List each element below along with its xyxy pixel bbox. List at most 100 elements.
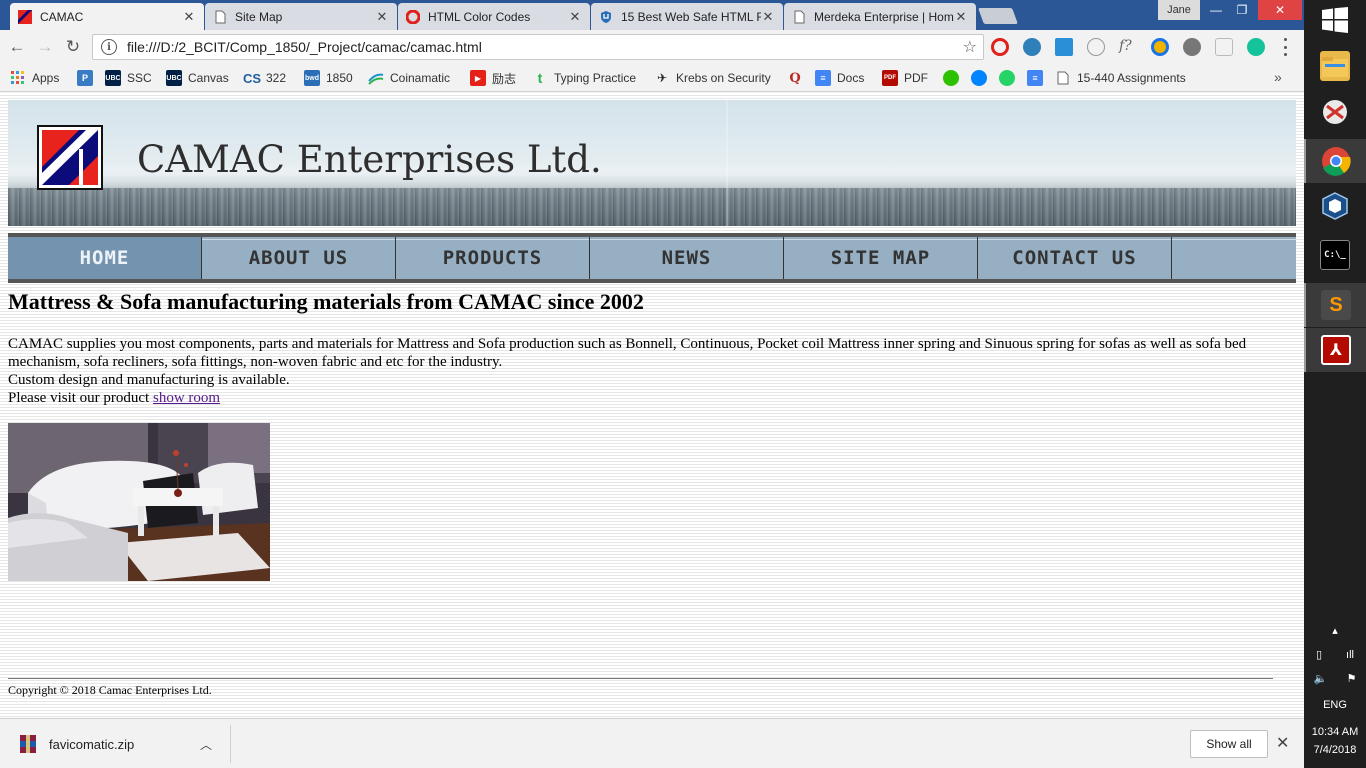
bookmark-wechat[interactable] [943, 70, 965, 86]
sublime-text-icon[interactable]: S [1304, 283, 1366, 327]
virtualbox-icon[interactable] [1304, 184, 1366, 228]
nav-home[interactable]: HOME [8, 237, 202, 279]
banner-seam [726, 100, 728, 226]
font-extension-icon[interactable]: f? [1119, 38, 1137, 56]
custom-design-line: Custom design and manufacturing is avail… [8, 372, 290, 388]
tray-volume-icons[interactable]: 🔈 ⚑ [1304, 672, 1366, 685]
close-tab-icon[interactable]: ✕ [375, 9, 389, 25]
bookmark-1850[interactable]: bwd 1850 [304, 70, 353, 86]
tab-camac[interactable]: CAMAC ✕ [10, 3, 204, 30]
new-tab-button[interactable] [978, 8, 1018, 24]
settings-extension-icon[interactable] [1183, 38, 1201, 56]
address-bar[interactable]: i file:///D:/2_BCIT/Comp_1850/_Project/c… [92, 34, 984, 60]
command-prompt-icon[interactable]: C:\_ [1304, 233, 1366, 277]
nav-products[interactable]: PRODUCTS [396, 237, 590, 279]
dots-extension-icon[interactable] [1087, 38, 1105, 56]
camac-logo[interactable] [37, 125, 103, 190]
bookmark-label: Docs [837, 71, 865, 85]
clock-time[interactable]: 10:34 AM [1304, 726, 1366, 738]
bookmark-typing-practice[interactable]: t Typing Practice [532, 70, 636, 86]
bookmark-docs-2[interactable]: ≡ [1027, 70, 1049, 86]
grammarly-icon[interactable] [1247, 38, 1265, 56]
forward-icon[interactable]: → [34, 36, 56, 58]
opera-extension-icon[interactable] [991, 38, 1009, 56]
close-tab-icon[interactable]: ✕ [954, 9, 968, 25]
bookmark-15-440[interactable]: 15-440 Assignments [1055, 70, 1186, 86]
acrobat-reader-icon[interactable]: ⅄ [1304, 328, 1366, 372]
close-tab-icon[interactable]: ✕ [761, 9, 775, 25]
t-icon: t [537, 70, 543, 86]
tray-status-icons[interactable]: ▯ ıll [1304, 648, 1366, 662]
coinamatic-icon [368, 70, 384, 86]
bookmark-ssc[interactable]: UBC SSC [105, 70, 152, 86]
bookmark-apps[interactable]: Apps [10, 70, 59, 86]
close-tab-icon[interactable]: ✕ [568, 9, 582, 25]
bookmark-coinamatic[interactable]: Coinamatic [368, 70, 450, 86]
show-hidden-icons-icon[interactable]: ▴ [1304, 624, 1366, 637]
shield-icon [599, 10, 613, 24]
bookmark-krebs[interactable]: ✈ Krebs on Security [654, 70, 771, 86]
snipping-tool-icon[interactable] [1304, 90, 1366, 134]
bookmark-label: SSC [127, 71, 152, 85]
profile-name[interactable]: Jane [1158, 0, 1200, 20]
chrome-taskbar-icon[interactable] [1304, 139, 1366, 183]
back-icon[interactable]: ← [6, 36, 28, 58]
download-shelf: favicomatic.zip ︿ Show all ✕ [0, 718, 1304, 768]
bookmark-messenger[interactable] [971, 70, 993, 86]
ubc-icon: UBC [166, 70, 182, 86]
close-download-shelf-icon[interactable]: ✕ [1276, 733, 1289, 753]
chevron-up-icon[interactable]: ︿ [200, 736, 212, 753]
windows-start-icon[interactable] [1304, 0, 1366, 40]
window-extension-icon[interactable] [1055, 38, 1073, 56]
intro-text: CAMAC supplies you most components, part… [8, 335, 1296, 407]
nav-site-map[interactable]: SITE MAP [784, 237, 978, 279]
bookmark-youtube[interactable]: ▶ 励志 [470, 70, 516, 86]
battery-icon[interactable]: ▯ [1316, 648, 1322, 661]
bookmark-star-icon[interactable]: ☆ [963, 37, 977, 57]
bookmark-canvas[interactable]: UBC Canvas [166, 70, 229, 86]
nav-contact-us[interactable]: CONTACT US [978, 237, 1172, 279]
color-extension-icon[interactable] [1151, 38, 1169, 56]
reload-icon[interactable]: ↻ [62, 36, 84, 58]
quora-icon: Q [789, 70, 801, 86]
volume-icon[interactable]: 🔈 [1314, 672, 1328, 685]
nav-news[interactable]: NEWS [590, 237, 784, 279]
more-bookmarks-icon[interactable]: » [1274, 69, 1282, 85]
bookmark-docs[interactable]: ≡ Docs [815, 70, 864, 86]
tab-web-safe-fonts[interactable]: 15 Best Web Safe HTML Fonts ✕ [591, 3, 783, 30]
show-all-button[interactable]: Show all [1190, 730, 1268, 758]
close-tab-icon[interactable]: ✕ [182, 9, 196, 25]
bookmark-label: Coinamatic [390, 71, 451, 85]
close-window-icon[interactable]: ✕ [1258, 0, 1302, 20]
flag-icon[interactable]: ⚑ [1347, 672, 1357, 685]
input-language[interactable]: ENG [1304, 699, 1366, 711]
wechat-icon [943, 70, 959, 86]
clock-date[interactable]: 7/4/2018 [1304, 744, 1366, 756]
bookmark-pdf[interactable]: PDF PDF [882, 70, 928, 86]
grid-extension-icon[interactable] [1215, 38, 1233, 56]
opera-icon [405, 9, 421, 24]
url-text[interactable]: file:///D:/2_BCIT/Comp_1850/_Project/cam… [127, 39, 963, 55]
network-icon[interactable]: ıll [1346, 649, 1354, 661]
bookmark-whatsapp[interactable] [999, 70, 1021, 86]
download-item[interactable]: favicomatic.zip ︿ [0, 725, 231, 763]
showroom-link[interactable]: show room [153, 390, 220, 406]
restore-icon[interactable]: ❐ [1228, 0, 1256, 20]
minimize-icon[interactable]: — [1202, 0, 1230, 20]
bookmark-p[interactable]: P [77, 70, 99, 86]
chrome-menu-icon[interactable] [1282, 38, 1288, 56]
file-explorer-icon[interactable] [1304, 44, 1366, 88]
camera-extension-icon[interactable] [1023, 38, 1041, 56]
nav-about-us[interactable]: ABOUT US [202, 237, 396, 279]
page-icon [792, 10, 806, 24]
bookmark-quora[interactable]: Q [787, 70, 809, 86]
bookmark-label: 322 [266, 71, 287, 85]
bookmark-label: 15-440 Assignments [1077, 71, 1186, 85]
tab-merdeka[interactable]: Merdeka Enterprise | Home ✕ [784, 3, 976, 30]
info-icon[interactable]: i [101, 39, 117, 55]
tab-html-color-codes[interactable]: HTML Color Codes ✕ [398, 3, 590, 30]
tab-site-map[interactable]: Site Map ✕ [205, 3, 397, 30]
sofa-showroom-photo[interactable] [8, 423, 270, 581]
bookmark-322[interactable]: CS 322 [243, 70, 287, 86]
tab-title: CAMAC [40, 9, 84, 24]
